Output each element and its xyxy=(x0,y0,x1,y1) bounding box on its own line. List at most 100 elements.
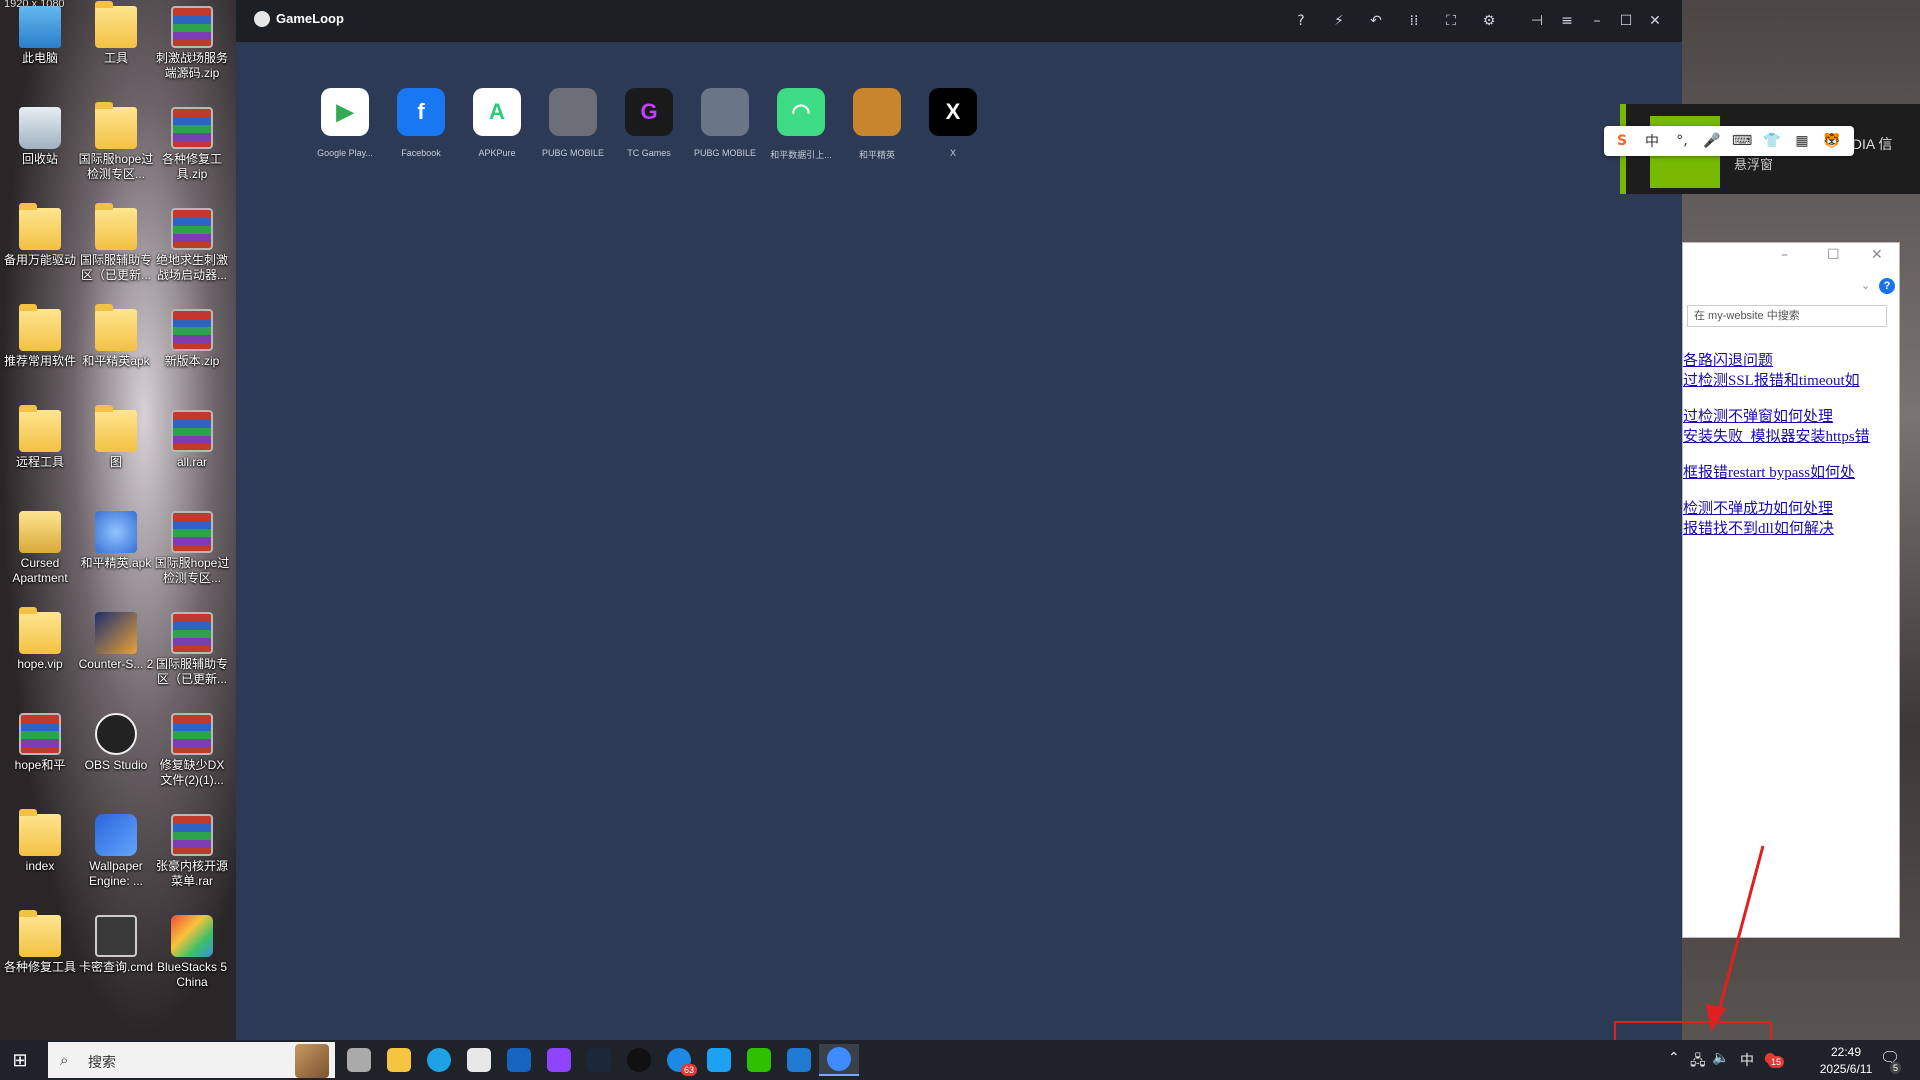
desktop-icon-label: 国际服hope过检测专区... xyxy=(154,556,230,585)
gameloop-titlebar[interactable]: GameLoop ? ⚡ ↶ ⁞⁞ ⛶ ⚙ ⊣ ≡ – ☐ ✕ xyxy=(236,0,1682,42)
help-link[interactable]: 各路闪退问题 xyxy=(1683,349,1893,370)
network-icon[interactable]: 🖧 xyxy=(1690,1050,1706,1074)
undo-icon[interactable]: ↶ xyxy=(1365,10,1387,32)
taskbar-app-purple[interactable] xyxy=(539,1044,579,1076)
desktop-icon[interactable]: hope和平 xyxy=(2,713,78,773)
keyboard-icon[interactable]: ⁞⁞ xyxy=(1403,10,1425,32)
desktop-icon[interactable]: 工具 xyxy=(78,1,154,66)
desktop-icon[interactable]: Counter-S... 2 xyxy=(78,612,154,672)
pin-icon[interactable]: ⊣ xyxy=(1526,10,1548,32)
taskbar-app-teal[interactable] xyxy=(699,1044,739,1076)
taskbar-file-explorer[interactable] xyxy=(379,1044,419,1076)
desktop-icon[interactable]: index xyxy=(2,809,78,874)
help-link[interactable]: 过检测SSL报错和timeout如 xyxy=(1683,369,1893,390)
desktop-icon[interactable]: Cursed Apartment xyxy=(2,511,78,586)
desktop-icon[interactable]: 卡密查询.cmd xyxy=(78,915,154,975)
desktop-icon[interactable]: 图 xyxy=(78,405,154,470)
desktop-icon[interactable]: 回收站 xyxy=(2,107,78,167)
desktop-icon[interactable]: 国际服辅助专区（已更新... xyxy=(78,203,154,283)
mascot-icon[interactable]: 🐯 xyxy=(1822,133,1842,149)
chevron-down-icon[interactable]: ⌄ xyxy=(1861,279,1870,292)
close-icon[interactable]: ✕ xyxy=(1644,10,1666,32)
close-icon[interactable]: ✕ xyxy=(1871,247,1883,263)
desktop-icon[interactable]: 张豪内核开源菜单.rar xyxy=(154,814,230,889)
help-link[interactable]: 检测不弹成功如何处理 xyxy=(1683,497,1893,518)
help-link[interactable]: 框报错restart bypass如何处 xyxy=(1683,461,1893,482)
rar-icon xyxy=(171,511,213,553)
desktop-icon[interactable]: hope.vip xyxy=(2,607,78,672)
help-icon[interactable]: ? xyxy=(1879,278,1895,294)
maximize-icon[interactable]: ☐ xyxy=(1615,10,1637,32)
app-tile[interactable]: A APKPure xyxy=(456,88,538,158)
desktop-icon[interactable]: all.rar xyxy=(154,410,230,470)
app-tile[interactable]: PUBG MOBILE xyxy=(532,88,614,158)
site-search-input[interactable]: 在 my-website 中搜索 xyxy=(1687,305,1887,327)
sogou-logo-icon[interactable]: S xyxy=(1612,133,1632,149)
app-tile[interactable]: PUBG MOBILE xyxy=(684,88,766,158)
taskbar-outlook[interactable] xyxy=(499,1044,539,1076)
settings-icon[interactable]: ⚙ xyxy=(1478,10,1500,32)
taskbar-qq[interactable] xyxy=(619,1044,659,1076)
rar-icon xyxy=(171,814,213,856)
desktop-icon[interactable]: OBS Studio xyxy=(78,713,154,773)
windows-start-icon[interactable]: ⊞ xyxy=(10,1050,30,1070)
app-tile[interactable]: f Facebook xyxy=(380,88,462,158)
app-tile[interactable]: ▶ Google Play... xyxy=(304,88,386,158)
minimize-icon[interactable]: – xyxy=(1781,247,1788,263)
desktop-icon[interactable]: 各种修复工具.zip xyxy=(154,107,230,182)
app-tile[interactable]: ◠ 和平数据引上... xyxy=(760,88,842,161)
app-tile[interactable]: G TC Games xyxy=(608,88,690,158)
desktop-icon[interactable]: 和平精英.apk xyxy=(78,511,154,571)
taskbar-app-blue[interactable]: 63 xyxy=(659,1044,699,1076)
taskbar-gameloop[interactable] xyxy=(819,1044,859,1076)
desktop-icon[interactable]: 新版本.zip xyxy=(154,309,230,369)
desktop-icon[interactable]: Wallpaper Engine: ... xyxy=(78,814,154,889)
desktop-icon[interactable]: 修复缺少DX文件(2)(1)... xyxy=(154,713,230,788)
help-link[interactable]: 过检测不弹窗如何处理 xyxy=(1683,405,1893,426)
desktop-icon[interactable]: 绝地求生刺激战场启动器... xyxy=(154,208,230,283)
taskbar-store[interactable] xyxy=(459,1044,499,1076)
bs-icon xyxy=(171,915,213,957)
desktop-icon[interactable]: 备用万能驱动 xyxy=(2,203,78,268)
taskbar-wechat[interactable] xyxy=(739,1044,779,1076)
ime-indicator[interactable]: 中 xyxy=(1740,1050,1754,1070)
system-clock[interactable]: 22:49 2025/6/11 xyxy=(1806,1044,1886,1078)
show-hidden-icons[interactable]: ⌃ xyxy=(1668,1050,1680,1066)
volume-icon[interactable]: 🔈 xyxy=(1712,1050,1729,1066)
help-link[interactable]: 安装失败_模拟器安装https错 xyxy=(1683,425,1893,446)
keyboard-icon[interactable]: ⌨ xyxy=(1732,133,1752,149)
rar-icon xyxy=(171,208,213,250)
desktop-icon-label: 卡密查询.cmd xyxy=(78,960,153,974)
desktop-icon[interactable]: BlueStacks 5 China xyxy=(154,915,230,990)
help-icon[interactable]: ? xyxy=(1290,10,1312,32)
taskbar-steam[interactable] xyxy=(579,1044,619,1076)
fullscreen-icon[interactable]: ⛶ xyxy=(1440,10,1462,32)
ime-lang-toggle[interactable]: 中 xyxy=(1642,131,1662,151)
desktop-icon[interactable]: 此电脑 xyxy=(2,6,78,66)
menu-icon[interactable]: ≡ xyxy=(1556,10,1578,32)
taskbar-search[interactable]: ⌕ 搜索 xyxy=(48,1042,335,1078)
ime-toolbar[interactable]: S 中 °, 🎤 ⌨ 👕 ▦ 🐯 xyxy=(1604,126,1854,156)
microphone-icon[interactable]: 🎤 xyxy=(1702,133,1722,149)
ime-punct-icon[interactable]: °, xyxy=(1672,133,1692,149)
desktop-icon[interactable]: 国际服hope过检测专区... xyxy=(154,511,230,586)
app-tile[interactable]: 和平精英 xyxy=(836,88,918,161)
desktop-icon[interactable]: 远程工具 xyxy=(2,405,78,470)
taskbar-task-view[interactable] xyxy=(339,1044,379,1076)
minimize-icon[interactable]: – xyxy=(1586,10,1608,32)
desktop-icon[interactable]: 刺激战场服务端源码.zip xyxy=(154,6,230,81)
desktop-icon[interactable]: 和平精英apk xyxy=(78,304,154,369)
toolbox-icon[interactable]: ▦ xyxy=(1792,133,1812,149)
boost-icon[interactable]: ⚡ xyxy=(1328,10,1350,32)
desktop-icon[interactable]: 推荐常用软件 xyxy=(2,304,78,369)
desktop-icon[interactable]: 各种修复工具 xyxy=(2,910,78,975)
desktop-icon[interactable]: 国际服hope过检测专区... xyxy=(78,102,154,182)
help-link[interactable]: 报错找不到dll如何解决 xyxy=(1683,517,1893,538)
desktop-icon[interactable]: 国际服辅助专区（已更新... xyxy=(154,612,230,687)
maximize-icon[interactable]: ☐ xyxy=(1827,247,1840,263)
app-tile[interactable]: XX xyxy=(912,88,994,158)
taskbar-edge[interactable] xyxy=(419,1044,459,1076)
taskbar-vscode[interactable] xyxy=(779,1044,819,1076)
skin-icon[interactable]: 👕 xyxy=(1762,133,1782,149)
task-view-icon xyxy=(347,1048,371,1072)
